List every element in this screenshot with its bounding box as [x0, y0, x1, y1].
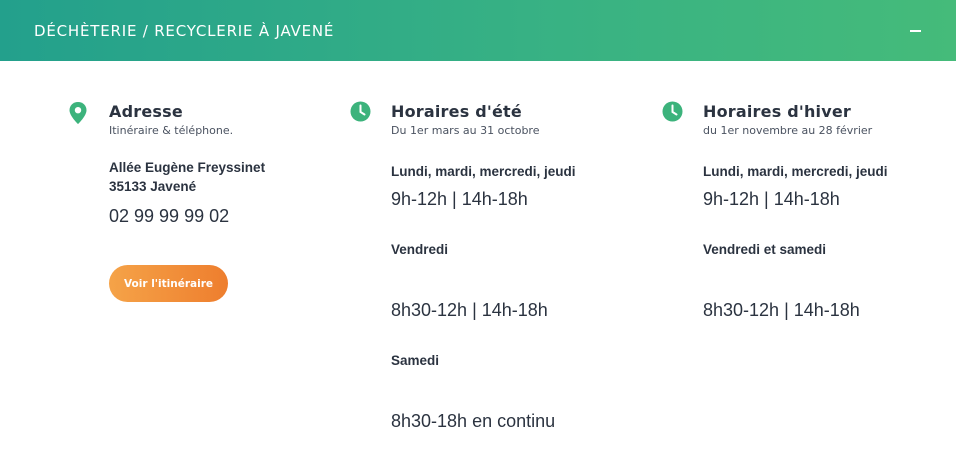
summer-subtitle: Du 1er mars au 31 octobre [391, 124, 540, 137]
winter-days-label: Vendredi et samedi [703, 242, 827, 257]
route-button[interactable]: Voir l'itinéraire [109, 265, 228, 302]
accordion-header[interactable]: DÉCHÈTERIE / RECYCLERIE À JAVENÉ [0, 0, 956, 61]
summer-days-label: Lundi, mardi, mercredi, jeudi [391, 164, 576, 179]
clock-icon [662, 101, 683, 127]
summer-hours-value: 8h30-12h | 14h-18h [391, 300, 548, 320]
accordion-title: DÉCHÈTERIE / RECYCLERIE À JAVENÉ [34, 21, 335, 40]
address-phone[interactable]: 02 99 99 99 02 [109, 206, 229, 227]
winter-hours-value: 9h-12h | 14h-18h [703, 189, 840, 209]
address-title: Adresse [109, 102, 183, 121]
map-pin-icon [68, 101, 88, 130]
summer-days-label: Samedi [391, 353, 440, 368]
winter-title: Horaires d'hiver [703, 102, 851, 121]
summer-days-label: Vendredi [391, 242, 449, 257]
winter-hours-value: 8h30-12h | 14h-18h [703, 300, 860, 320]
clock-icon [350, 101, 371, 127]
summer-hours-value: 9h-12h | 14h-18h [391, 189, 528, 209]
address-city: 35133 Javené [109, 179, 197, 194]
summer-hours-value: 8h30-18h en continu [391, 411, 556, 431]
minus-icon[interactable] [908, 24, 922, 38]
winter-days-label: Lundi, mardi, mercredi, jeudi [703, 164, 888, 179]
address-subtitle: Itinéraire & téléphone. [109, 124, 234, 137]
address-street: Allée Eugène Freyssinet [109, 160, 266, 175]
summer-title: Horaires d'été [391, 102, 522, 121]
winter-subtitle: du 1er novembre au 28 février [703, 124, 873, 137]
